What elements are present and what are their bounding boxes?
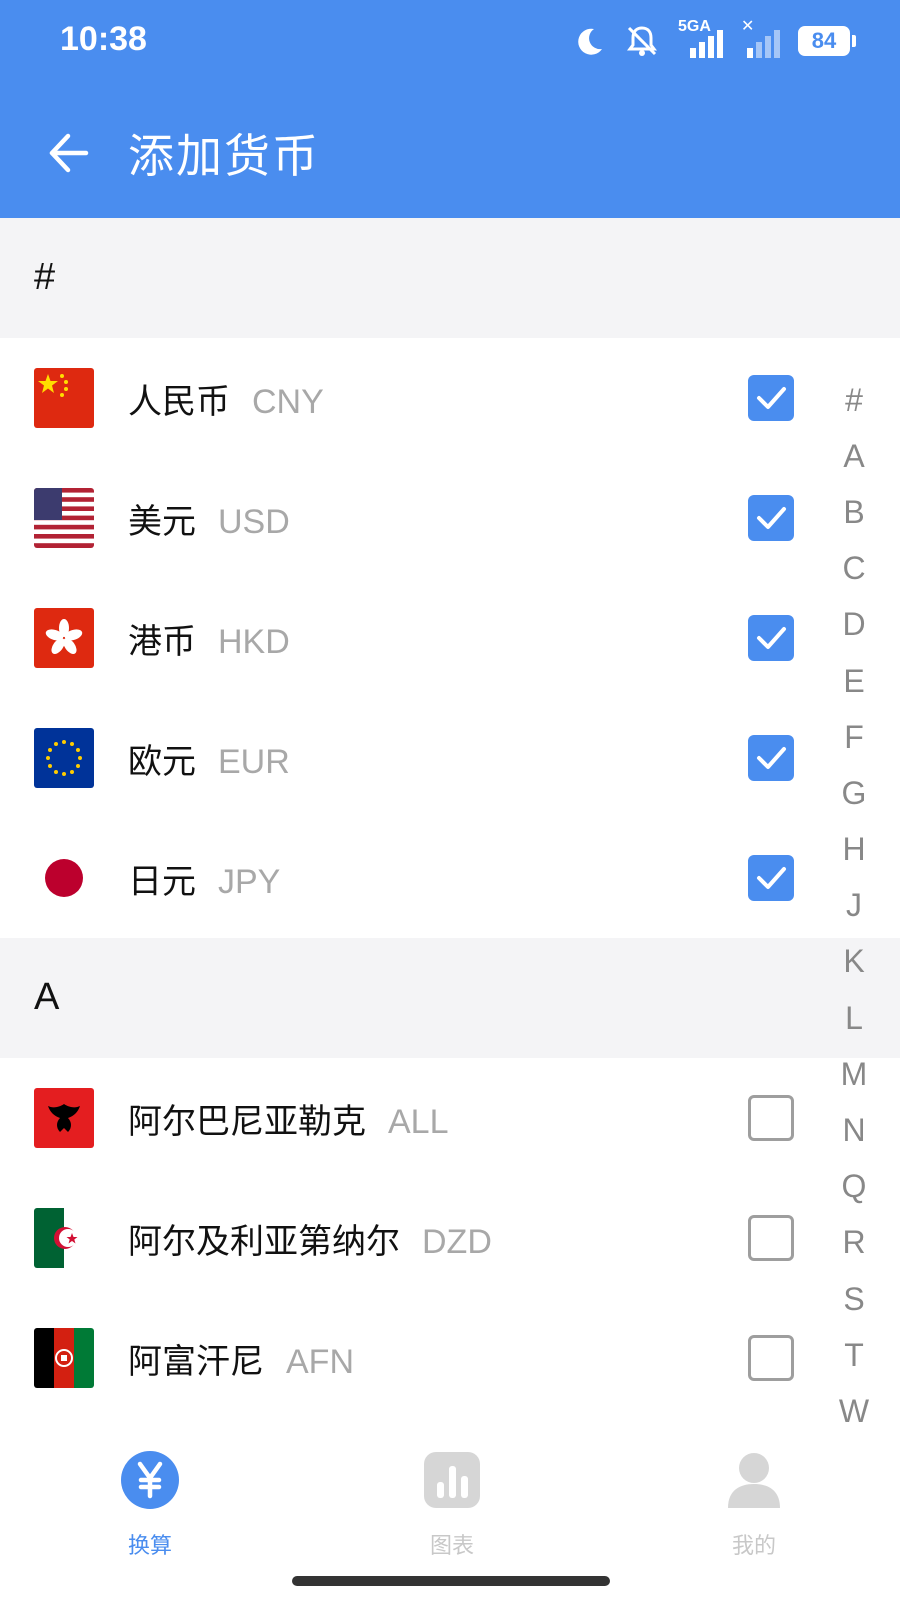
- silent-bell-icon: [627, 26, 657, 56]
- status-icons: 5GA ✕ 84: [574, 16, 856, 62]
- status-time: 10:38: [60, 20, 147, 58]
- albania-flag-icon: [34, 1088, 94, 1148]
- page-title: 添加货币: [128, 129, 320, 183]
- tab-label: 图表: [429, 1534, 474, 1559]
- tab-chart[interactable]: 图表: [382, 1450, 522, 1560]
- index-letter[interactable]: Q: [828, 1159, 880, 1215]
- index-letter[interactable]: S: [828, 1271, 880, 1327]
- tab-label: 我的: [731, 1534, 776, 1559]
- battery-icon: 84: [798, 26, 856, 56]
- currency-row-eur[interactable]: 欧元 EUR: [0, 698, 800, 818]
- currency-code: CNY: [252, 383, 324, 421]
- user-icon: [728, 1453, 780, 1508]
- checkbox-unchecked[interactable]: [748, 1335, 794, 1381]
- japan-flag-icon: [34, 848, 94, 908]
- index-letter[interactable]: J: [828, 878, 880, 934]
- china-flag-icon: [34, 368, 94, 428]
- checkbox-checked-icon[interactable]: [748, 855, 794, 901]
- index-letter[interactable]: W: [828, 1383, 880, 1439]
- currency-row-cny[interactable]: 人民币 CNY: [0, 338, 800, 458]
- signal-5ga-icon: 5GA: [678, 18, 723, 58]
- index-letter[interactable]: K: [828, 934, 880, 990]
- checkbox-checked-icon[interactable]: [748, 735, 794, 781]
- currency-name: 港币 HKD: [128, 622, 290, 662]
- checkbox-unchecked[interactable]: [748, 1215, 794, 1261]
- index-letter[interactable]: G: [828, 765, 880, 821]
- currency-code: HKD: [218, 623, 290, 661]
- currency-name: 欧元 EUR: [128, 742, 290, 782]
- currency-code: ALL: [388, 1103, 449, 1141]
- usa-flag-icon: [34, 488, 94, 548]
- currency-name: 阿富汗尼 AFN: [128, 1342, 354, 1382]
- currency-name: 阿尔巴尼亚勒克 ALL: [128, 1102, 449, 1142]
- index-letter[interactable]: M: [828, 1046, 880, 1102]
- currency-name: 阿尔及利亚第纳尔 DZD: [128, 1222, 492, 1262]
- index-letter[interactable]: H: [828, 822, 880, 878]
- currency-row-afn[interactable]: 阿富汗尼 AFN: [0, 1298, 800, 1418]
- index-letter[interactable]: F: [828, 709, 880, 765]
- currency-row-usd[interactable]: 美元 USD: [0, 458, 800, 578]
- alphabet-index-bar[interactable]: # A B C D E F G H J K L M N Q R S T W: [828, 372, 880, 1432]
- section-label: #: [34, 256, 56, 298]
- index-letter[interactable]: R: [828, 1215, 880, 1271]
- yuan-circle-icon: [121, 1451, 179, 1509]
- checkbox-checked-icon[interactable]: [748, 375, 794, 421]
- checkbox-checked-icon[interactable]: [748, 495, 794, 541]
- section-header-a: A: [0, 938, 900, 1058]
- index-letter[interactable]: A: [828, 428, 880, 484]
- index-letter[interactable]: D: [828, 597, 880, 653]
- currency-row-all[interactable]: 阿尔巴尼亚勒克 ALL: [0, 1058, 800, 1178]
- currency-name: 日元 JPY: [128, 862, 281, 902]
- signal-no-service-icon: ✕: [741, 16, 780, 58]
- algeria-flag-icon: [34, 1208, 94, 1268]
- afghanistan-flag-icon: [34, 1328, 94, 1388]
- app-bar: 10:38 5GA ✕ 84 添加货币: [0, 0, 900, 218]
- home-indicator[interactable]: [292, 1576, 610, 1586]
- currency-row-hkd[interactable]: 港币 HKD: [0, 578, 800, 698]
- tab-profile[interactable]: 我的: [684, 1450, 824, 1560]
- network-type: 5GA: [678, 18, 711, 35]
- back-arrow-icon[interactable]: [42, 128, 92, 178]
- currency-code: EUR: [218, 743, 290, 781]
- currency-name: 美元 USD: [128, 502, 290, 542]
- index-letter[interactable]: T: [828, 1327, 880, 1383]
- moon-icon: [578, 28, 602, 55]
- checkbox-unchecked[interactable]: [748, 1095, 794, 1141]
- index-letter[interactable]: #: [828, 372, 880, 428]
- currency-code: DZD: [422, 1223, 492, 1261]
- currency-code: USD: [218, 503, 290, 541]
- tab-convert[interactable]: 换算: [80, 1450, 220, 1560]
- index-letter[interactable]: N: [828, 1102, 880, 1158]
- currency-name: 人民币 CNY: [128, 382, 324, 422]
- tab-label: 换算: [127, 1534, 172, 1559]
- index-letter[interactable]: C: [828, 541, 880, 597]
- index-letter[interactable]: E: [828, 653, 880, 709]
- currency-row-jpy[interactable]: 日元 JPY: [0, 818, 800, 938]
- section-header-hash: #: [0, 218, 900, 338]
- bar-chart-icon: [424, 1452, 480, 1508]
- currency-code: JPY: [218, 863, 281, 901]
- index-letter[interactable]: L: [828, 990, 880, 1046]
- currency-row-dzd[interactable]: 阿尔及利亚第纳尔 DZD: [0, 1178, 800, 1298]
- currency-code: AFN: [286, 1343, 354, 1381]
- eu-flag-icon: [34, 728, 94, 788]
- section-label: A: [34, 976, 60, 1018]
- index-letter[interactable]: B: [828, 484, 880, 540]
- hong-kong-flag-icon: [34, 608, 94, 668]
- checkbox-checked-icon[interactable]: [748, 615, 794, 661]
